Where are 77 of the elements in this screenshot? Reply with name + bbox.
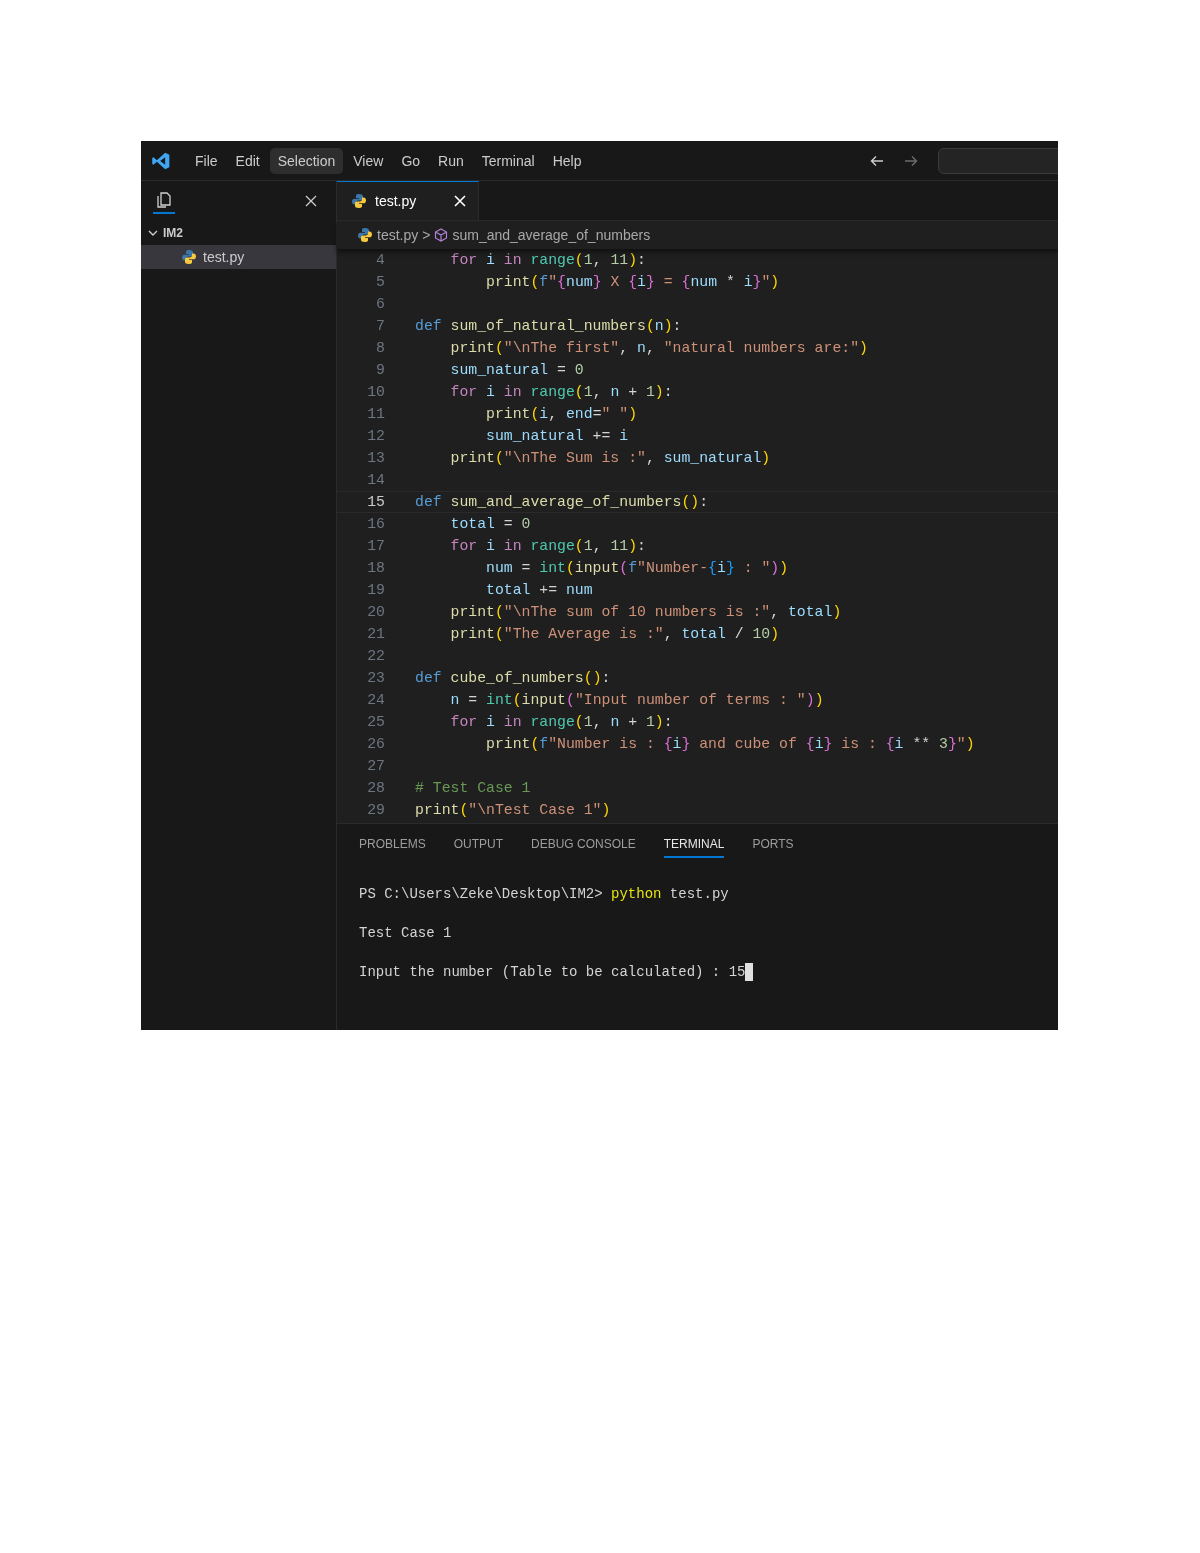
menu-item[interactable]: View <box>345 147 392 174</box>
line-number: 6 <box>375 296 385 312</box>
code-line: def sum_and_average_of_numbers(): <box>415 494 709 510</box>
code-line: for i in range(1, 11): <box>449 538 646 554</box>
menu-item[interactable]: Terminal <box>473 147 543 174</box>
terminal-line: PS C:\Users\Zeke\Desktop\IM2> python test.py <box>359 886 729 902</box>
code-line: total = 0 <box>449 516 531 532</box>
line-number: 12 <box>366 428 385 444</box>
line-number: 10 <box>366 384 385 400</box>
code-line: sum_natural += i <box>485 428 629 444</box>
explorer-file-entry[interactable]: test.py <box>141 245 336 269</box>
terminal-line: Test Case 1 <box>359 925 452 941</box>
line-number: 13 <box>366 450 385 466</box>
python-file-icon <box>351 193 367 209</box>
line-number: 5 <box>375 274 385 290</box>
panel-tab[interactable]: DEBUG CONSOLE <box>531 830 636 858</box>
line-number: 9 <box>375 362 385 378</box>
code-line: n = int(input("Input number of terms : ")) <box>449 692 824 708</box>
code-line: num = int(input(f"Number-{i} : ")) <box>485 560 789 576</box>
code-line: print("\nThe sum of 10 numbers is :", total) <box>449 604 842 620</box>
line-number: 7 <box>375 318 385 334</box>
menu-item[interactable]: Go <box>393 147 429 174</box>
code-line: print("\nThe Sum is :", sum_natural) <box>449 450 771 466</box>
line-number: 25 <box>366 714 385 730</box>
code-line: print(i, end=" ") <box>485 406 638 422</box>
breadcrumb-separator: > <box>422 227 431 243</box>
line-number: 29 <box>366 802 385 818</box>
close-icon[interactable] <box>454 195 467 207</box>
line-number: 19 <box>366 582 385 598</box>
code-line: print(f"{num} X {i} = {num * i}") <box>485 274 780 290</box>
code-line: for i in range(1, n + 1): <box>449 714 673 730</box>
menu-item[interactable]: Help <box>544 147 590 174</box>
code-line: # Test Case 1 <box>415 780 531 796</box>
app-logo-icon <box>151 150 171 171</box>
python-file-icon <box>181 249 197 265</box>
code-line: for i in range(1, 11): <box>449 252 646 268</box>
menu-item[interactable]: File <box>187 147 226 174</box>
breadcrumb-link[interactable]: test.py <box>377 227 419 243</box>
python-file-icon <box>357 227 373 243</box>
panel-tab[interactable]: OUTPUT <box>453 830 504 858</box>
menu-item[interactable]: Selection <box>269 147 344 174</box>
panel-tab[interactable]: PROBLEMS <box>359 830 426 858</box>
folder-item[interactable]: IM2 <box>141 221 336 245</box>
menu-item[interactable]: Run <box>430 147 472 174</box>
code-line: print(f"Number is : {i} and cube of {i} is : {i ** 3}") <box>485 736 975 752</box>
line-number: 14 <box>366 472 385 488</box>
line-number: 26 <box>366 736 385 752</box>
code-line: def cube_of_numbers(): <box>415 670 611 686</box>
line-number: 15 <box>366 494 385 510</box>
line-number: 11 <box>366 406 385 422</box>
code-line: def sum_of_natural_numbers(n): <box>415 318 682 334</box>
line-number: 8 <box>375 340 385 356</box>
line-number: 17 <box>366 538 385 554</box>
line-number: 4 <box>375 252 385 268</box>
cube-icon <box>434 228 449 242</box>
terminal-line: Input the number (Table to be calculated) : 15 <box>359 964 746 980</box>
line-number: 27 <box>366 758 385 774</box>
line-number: 16 <box>366 516 385 532</box>
code-line: print("The Average is :", total / 10) <box>449 626 780 642</box>
line-number: 24 <box>366 692 385 708</box>
panel-tab[interactable]: TERMINAL <box>663 830 725 858</box>
menu-item[interactable]: Edit <box>227 147 268 174</box>
line-number: 21 <box>366 626 385 642</box>
editor-tab[interactable]: test.py <box>337 181 480 220</box>
line-number: 28 <box>366 780 385 796</box>
code-line: print("\nThe first", n, "natural numbers are:") <box>449 340 868 356</box>
code-line: for i in range(1, n + 1): <box>449 384 673 400</box>
code-line: sum_natural = 0 <box>449 362 584 378</box>
line-number: 22 <box>366 648 385 664</box>
code-line: total += num <box>485 582 593 598</box>
code-line: print("\nTest Case 1") <box>415 802 611 818</box>
panel-tab[interactable]: PORTS <box>752 830 794 858</box>
line-number: 18 <box>366 560 385 576</box>
breadcrumb-link[interactable]: sum_and_average_of_numbers <box>452 227 651 243</box>
search-field[interactable] <box>938 147 1058 174</box>
line-number: 20 <box>366 604 385 620</box>
line-number: 23 <box>366 670 385 686</box>
